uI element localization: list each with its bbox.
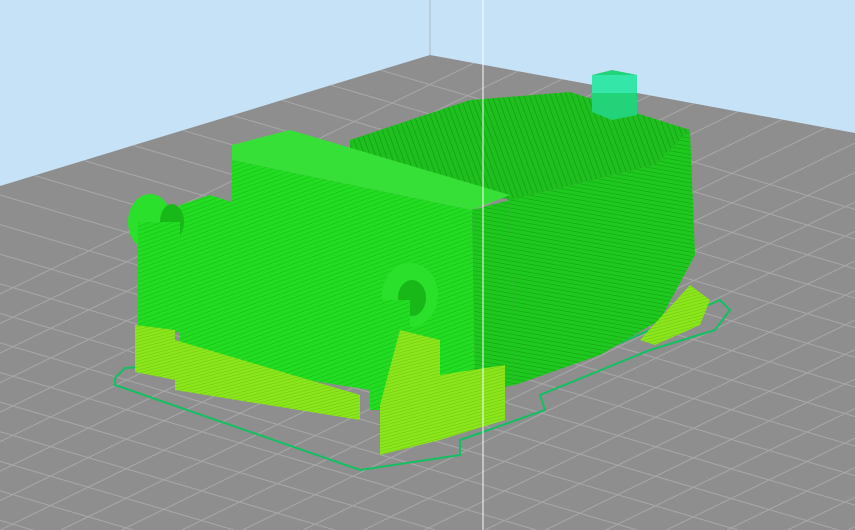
3d-viewport[interactable] — [0, 0, 855, 530]
scene — [0, 0, 855, 530]
support-left — [135, 325, 175, 380]
tower-top — [592, 75, 637, 93]
middle-box-right — [472, 200, 515, 392]
left-hinge-leg — [138, 222, 180, 332]
